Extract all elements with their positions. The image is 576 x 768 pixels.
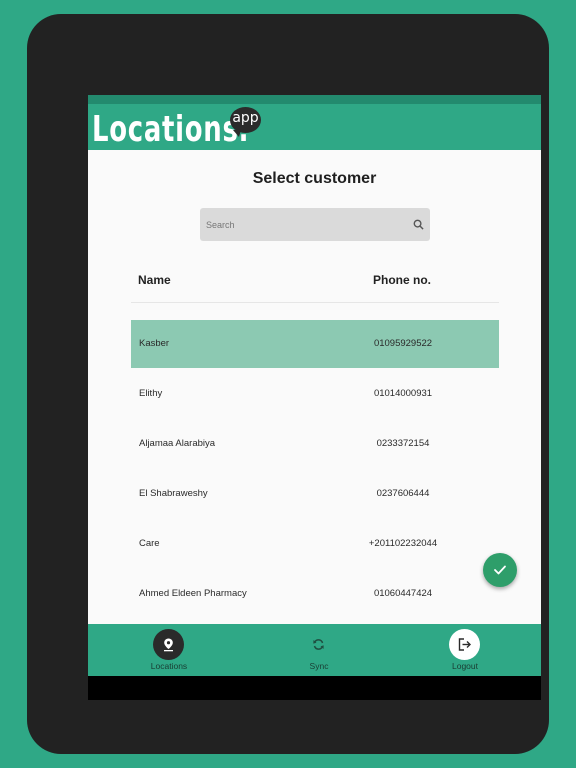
search-input[interactable]	[204, 214, 408, 236]
nav-icon-sync-circle	[303, 629, 334, 660]
nav-label-locations: Locations	[150, 661, 188, 671]
confirm-selection-button[interactable]	[483, 553, 517, 587]
customer-row[interactable]: El Shabraweshy 0237606444	[131, 470, 499, 520]
customer-list-panel: Select customer Name Phone no. Kasber 01…	[88, 150, 541, 624]
customer-phone: 0233372154	[376, 438, 430, 449]
customer-row-selected[interactable]: Kasber 01095929522	[131, 320, 499, 368]
sync-icon	[313, 639, 324, 650]
customer-row[interactable]: Ahmed Eldeen Pharmacy 01060447424	[131, 570, 499, 620]
tablet-frame: Locations. app Select customer Name Phon…	[27, 14, 549, 754]
customer-row[interactable]: Aljamaa Alarabiya 0233372154	[131, 420, 499, 470]
check-icon	[494, 565, 506, 575]
nav-item-locations[interactable]: Locations	[119, 624, 219, 676]
customer-name: Care	[139, 538, 160, 549]
system-bar	[88, 676, 541, 700]
column-header-phone: Phone no.	[373, 273, 431, 287]
customer-name: Aljamaa Alarabiya	[139, 438, 216, 449]
nav-item-sync[interactable]: Sync	[269, 624, 369, 676]
customer-row[interactable]: Elithy 01014000931	[131, 370, 499, 420]
search-icon[interactable]	[413, 219, 424, 230]
customer-row[interactable]: Care +201102232044	[131, 520, 499, 570]
nav-label-sync: Sync	[309, 661, 329, 671]
customer-phone: +201102232044	[368, 538, 438, 549]
nav-item-logout[interactable]: Logout	[415, 624, 515, 676]
page-title: Select customer	[252, 170, 377, 187]
customer-rows: Kasber 01095929522 Elithy 01014000931 Al…	[131, 320, 499, 620]
app-screen: Locations. app Select customer Name Phon…	[88, 95, 541, 700]
status-bar	[88, 95, 541, 104]
customer-phone: 01060447424	[373, 588, 433, 599]
app-header: Locations. app	[88, 104, 541, 150]
customer-name: Elithy	[139, 388, 163, 399]
nav-icon-logout-circle	[449, 629, 480, 660]
logout-icon	[458, 638, 471, 651]
bottom-navigation: Locations Sync Logout	[88, 624, 541, 676]
customer-phone: 01095929522	[373, 338, 433, 349]
customer-name: El Shabraweshy	[139, 488, 208, 499]
customer-phone: 01014000931	[373, 388, 433, 399]
location-pin-icon	[164, 638, 173, 652]
column-header-name: Name	[138, 273, 171, 287]
search-bar[interactable]	[200, 208, 430, 241]
customer-name: Ahmed Eldeen Pharmacy	[139, 588, 247, 599]
app-logo-text: Locations.	[92, 109, 250, 150]
app-logo-badge: app	[230, 107, 261, 137]
nav-icon-locations-circle	[153, 629, 184, 660]
customer-phone: 0237606444	[376, 488, 430, 499]
nav-label-logout: Logout	[452, 661, 478, 671]
header-divider	[131, 302, 499, 303]
customer-name: Kasber	[139, 338, 170, 349]
